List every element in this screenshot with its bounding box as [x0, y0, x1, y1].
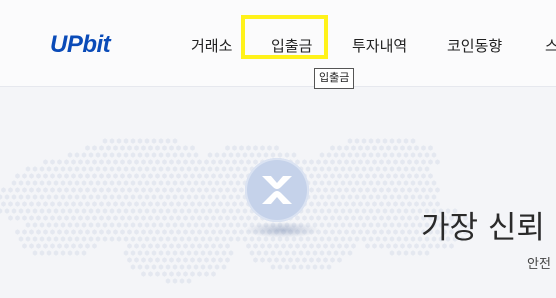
- hero-subtitle: 안전: [527, 257, 551, 272]
- upbit-logo[interactable]: UPbit: [50, 31, 111, 59]
- top-header: UPbit 거래소 입출금 투자내역 코인동향 스: [0, 0, 556, 87]
- nav-deposit-withdraw[interactable]: 입출금: [271, 35, 312, 56]
- nav-more-truncated[interactable]: 스: [545, 35, 556, 56]
- nav-coin-trends[interactable]: 코인동향: [447, 35, 502, 56]
- coin-shadow: [244, 222, 320, 238]
- hero-title: 가장 신뢰: [421, 210, 545, 246]
- nav-exchange[interactable]: 거래소: [191, 35, 232, 56]
- xrp-icon: [245, 158, 309, 222]
- nav-investment-history[interactable]: 투자내역: [352, 35, 407, 56]
- nav-tooltip: 입출금: [314, 68, 355, 89]
